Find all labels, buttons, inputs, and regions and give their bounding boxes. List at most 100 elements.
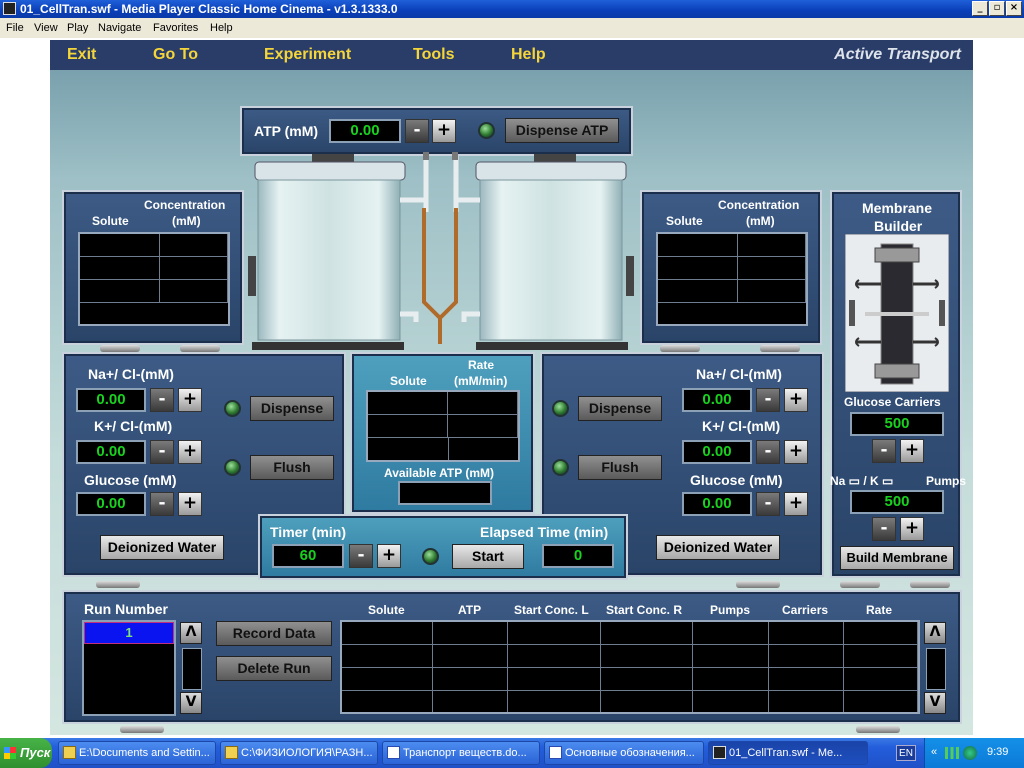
right-glucose-increase[interactable]: + <box>784 492 808 516</box>
col-pumps: Pumps <box>710 603 751 617</box>
atp-label: ATP (mM) <box>254 123 319 139</box>
timer-panel: Timer (min) Elapsed Time (min) 60 - + St… <box>258 514 628 580</box>
left-deionized-water-button[interactable]: Deionized Water <box>100 535 224 560</box>
right-concentration-table <box>656 232 808 326</box>
right-flush-button[interactable]: Flush <box>578 455 662 480</box>
left-beaker-base <box>252 342 404 350</box>
nav-go-to[interactable]: Go To <box>153 46 198 64</box>
dispense-atp-button[interactable]: Dispense ATP <box>505 118 619 143</box>
left-beaker-lid-cap <box>312 154 354 162</box>
nav-experiment[interactable]: Experiment <box>264 46 351 64</box>
nav-tools[interactable]: Tools <box>413 46 454 64</box>
glucose-carriers-value: 500 <box>850 412 944 436</box>
timer-indicator <box>422 548 439 565</box>
left-k-label: K+/ Cl-(mM) <box>94 418 173 434</box>
menu-play[interactable]: Play <box>67 22 88 34</box>
atp-decrease-button[interactable]: - <box>405 119 429 143</box>
left-na-decrease[interactable]: - <box>150 388 174 412</box>
right-dispense-button[interactable]: Dispense <box>578 396 662 421</box>
run-table-scroll-down[interactable]: V <box>924 692 946 714</box>
task-media-player[interactable]: 01_CellTran.swf - Me... <box>708 741 868 765</box>
left-k-decrease[interactable]: - <box>150 440 174 464</box>
left-flush-button[interactable]: Flush <box>250 455 334 480</box>
run-table-scrollbar[interactable] <box>926 648 946 690</box>
run-table-scroll-up[interactable]: Λ <box>924 622 946 644</box>
right-na-increase[interactable]: + <box>784 388 808 412</box>
menu-navigate[interactable]: Navigate <box>98 22 141 34</box>
task-physiology-folder[interactable]: C:\ФИЗИОЛОГИЯ\РАЗН... <box>220 741 378 765</box>
pumps-increase[interactable]: + <box>900 517 924 541</box>
run-list-scrollbar[interactable] <box>182 648 202 690</box>
delete-run-button[interactable]: Delete Run <box>216 656 332 681</box>
elapsed-time-value: 0 <box>542 544 614 568</box>
network-icon[interactable] <box>945 747 959 759</box>
right-na-label: Na+/ Cl-(mM) <box>696 366 782 382</box>
internet-globe-icon[interactable] <box>963 746 977 760</box>
start-label: Пуск <box>20 745 51 760</box>
pumps-decrease[interactable]: - <box>872 517 896 541</box>
task-word-notation[interactable]: Основные обозначения... <box>544 741 704 765</box>
col-start-conc-l: Start Conc. L <box>514 603 589 617</box>
glucose-carriers-decrease[interactable]: - <box>872 439 896 463</box>
language-indicator[interactable]: EN <box>896 745 916 761</box>
left-glucose-decrease[interactable]: - <box>150 492 174 516</box>
left-na-increase[interactable]: + <box>178 388 202 412</box>
membrane-channel <box>422 208 458 344</box>
task-documents[interactable]: E:\Documents and Settin... <box>58 741 216 765</box>
minimize-button[interactable]: _ <box>972 1 988 16</box>
nav-help[interactable]: Help <box>511 46 546 64</box>
right-k-decrease[interactable]: - <box>756 440 780 464</box>
start-button[interactable]: Start <box>452 544 524 569</box>
nav-exit[interactable]: Exit <box>67 46 96 64</box>
timer-label: Timer (min) <box>270 524 346 540</box>
task-label: Транспорт веществ.do... <box>403 747 527 759</box>
run-list-scroll-up[interactable]: Λ <box>180 622 202 644</box>
right-conc-unit: (mM) <box>746 214 775 228</box>
left-beaker-grip <box>248 256 256 296</box>
right-deionized-water-button[interactable]: Deionized Water <box>656 535 780 560</box>
menu-file[interactable]: File <box>6 22 24 34</box>
left-flush-indicator <box>224 459 241 476</box>
run-list-item[interactable]: 1 <box>84 622 174 644</box>
record-data-button[interactable]: Record Data <box>216 621 332 646</box>
maximize-button[interactable]: ▫ <box>989 1 1005 16</box>
task-label: C:\ФИЗИОЛОГИЯ\РАЗН... <box>241 747 373 759</box>
atp-value-display: 0.00 <box>329 119 401 143</box>
menu-favorites[interactable]: Favorites <box>153 22 198 34</box>
menu-bar: File View Play Navigate Favorites Help <box>0 18 1024 38</box>
start-button-taskbar[interactable]: Пуск <box>0 738 52 768</box>
glucose-carriers-label: Glucose Carriers <box>844 395 941 409</box>
timer-value: 60 <box>272 544 344 568</box>
right-k-label: K+/ Cl-(mM) <box>702 418 781 434</box>
panel-foot <box>856 726 900 733</box>
clock[interactable]: 9:39 <box>987 746 1008 758</box>
left-na-label: Na+/ Cl-(mM) <box>88 366 174 382</box>
tray-expand-icon[interactable]: « <box>931 746 937 758</box>
atp-nozzle-right <box>452 152 458 160</box>
rate-panel: Solute Rate (mM/min) Available ATP (mM) <box>350 352 535 514</box>
right-glucose-decrease[interactable]: - <box>756 492 780 516</box>
folder-icon <box>225 746 238 759</box>
left-dispense-button[interactable]: Dispense <box>250 396 334 421</box>
run-list-scroll-down[interactable]: V <box>180 692 202 714</box>
build-membrane-button[interactable]: Build Membrane <box>840 546 954 570</box>
glucose-carriers-increase[interactable]: + <box>900 439 924 463</box>
left-glucose-label: Glucose (mM) <box>84 472 177 488</box>
task-word-transport[interactable]: Транспорт веществ.do... <box>382 741 540 765</box>
menu-view[interactable]: View <box>34 22 58 34</box>
timer-increase[interactable]: + <box>377 544 401 568</box>
right-solute-header: Solute <box>666 214 703 228</box>
menu-help[interactable]: Help <box>210 22 233 34</box>
run-list[interactable]: 1 <box>82 620 176 716</box>
right-na-decrease[interactable]: - <box>756 388 780 412</box>
left-k-increase[interactable]: + <box>178 440 202 464</box>
folder-icon <box>63 746 76 759</box>
window-title-bar[interactable]: 01_CellTran.swf - Media Player Classic H… <box>0 0 1024 18</box>
timer-decrease[interactable]: - <box>349 544 373 568</box>
task-label: 01_CellTran.swf - Me... <box>729 747 843 759</box>
atp-increase-button[interactable]: + <box>432 119 456 143</box>
close-button[interactable]: × <box>1006 1 1022 16</box>
run-data-panel: Run Number 1 Λ V Record Data Delete Run … <box>62 590 962 724</box>
left-glucose-increase[interactable]: + <box>178 492 202 516</box>
right-k-increase[interactable]: + <box>784 440 808 464</box>
